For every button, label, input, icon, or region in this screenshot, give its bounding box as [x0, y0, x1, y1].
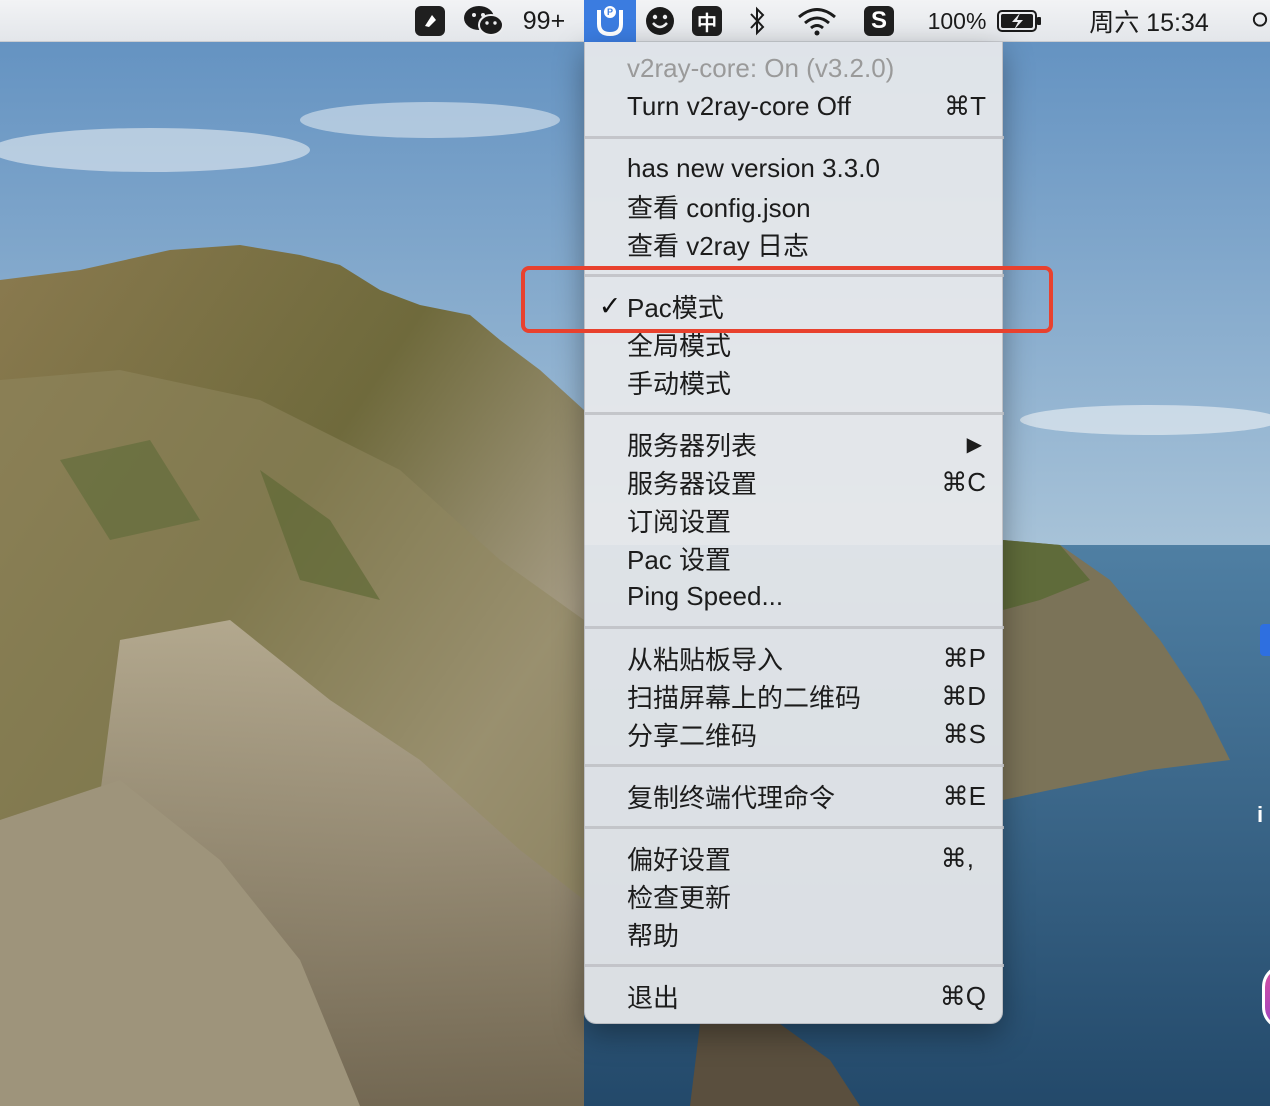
menu-separator: [585, 626, 1004, 629]
dark-square-app-icon[interactable]: [414, 0, 446, 42]
v2rayu-dropdown-menu: v2ray-core: On (v3.2.0) Turn v2ray-core …: [584, 42, 1004, 1024]
shortcut-label: ⌘E: [942, 780, 986, 811]
menu-separator: [585, 964, 1004, 967]
submenu-arrow-icon: ▶: [966, 433, 982, 456]
shortcut-label: ⌘T: [944, 90, 986, 121]
search-icon[interactable]: [1250, 0, 1270, 42]
menu-item-view-log[interactable]: 查看 v2ray 日志: [585, 225, 1004, 263]
input-method-icon[interactable]: 中: [690, 0, 724, 42]
menu-item-server-settings[interactable]: 服务器设置 ⌘C: [585, 463, 1004, 501]
wifi-icon[interactable]: [794, 0, 840, 42]
shortcut-label: ⌘D: [941, 680, 986, 711]
shortcut-label: ⌘C: [941, 466, 986, 497]
menu-item-check-updates[interactable]: 检查更新: [585, 877, 1004, 915]
menu-item-subscription-settings[interactable]: 订阅设置: [585, 501, 1004, 539]
v2rayu-icon[interactable]: P: [584, 0, 636, 42]
shortcut-label: ⌘P: [942, 642, 986, 673]
wechat-icon[interactable]: [462, 0, 506, 42]
menu-item-share-qr[interactable]: 分享二维码 ⌘S: [585, 715, 1004, 753]
edge-label: i: [1257, 802, 1264, 827]
shortcut-label: ⌘S: [942, 718, 986, 749]
menu-item-copy-proxy-command[interactable]: 复制终端代理命令 ⌘E: [585, 777, 1004, 815]
menu-separator: [585, 412, 1004, 415]
annotation-highlight-box: [521, 266, 1053, 333]
battery-icon[interactable]: [996, 0, 1044, 42]
battery-percentage: 100%: [927, 7, 987, 34]
menu-item-pac-settings[interactable]: Pac 设置: [585, 539, 1004, 577]
menu-item-view-config[interactable]: 查看 config.json: [585, 187, 1004, 225]
menu-item-new-version[interactable]: has new version 3.3.0: [585, 149, 1004, 187]
menu-separator: [585, 826, 1004, 829]
menu-separator: [585, 136, 1004, 139]
shortcut-label: ⌘Q: [939, 980, 986, 1011]
menu-item-scan-qr[interactable]: 扫描屏幕上的二维码 ⌘D: [585, 677, 1004, 715]
menu-item-server-list[interactable]: 服务器列表 ▶: [585, 425, 1004, 463]
menu-item-help[interactable]: 帮助: [585, 915, 1004, 953]
bluetooth-icon[interactable]: [744, 0, 770, 42]
menu-item-import-clipboard[interactable]: 从粘贴板导入 ⌘P: [585, 639, 1004, 677]
menubar-clock[interactable]: 周六 15:34: [1078, 0, 1220, 42]
svg-text:P: P: [607, 7, 613, 17]
menu-separator: [585, 764, 1004, 767]
shortcut-label: ⌘,: [940, 842, 974, 873]
menu-item-quit[interactable]: 退出 ⌘Q: [585, 977, 1004, 1015]
menu-item-toggle-core[interactable]: Turn v2ray-core Off ⌘T: [585, 87, 1004, 125]
menu-item-preferences[interactable]: 偏好设置 ⌘,: [585, 839, 1004, 877]
menu-bar: 99+ P 中 S 100% 周六 15:34: [0, 0, 1270, 42]
sogou-icon[interactable]: S: [862, 0, 896, 42]
menu-item-ping-speed[interactable]: Ping Speed...: [585, 577, 1004, 615]
menu-item-core-status: v2ray-core: On (v3.2.0): [627, 52, 895, 83]
menu-item-manual-mode[interactable]: 手动模式: [585, 363, 1004, 401]
wechat-badge-count: 99+: [522, 6, 566, 35]
edge-widget[interactable]: [1260, 624, 1270, 656]
smiley-icon[interactable]: [643, 0, 677, 42]
